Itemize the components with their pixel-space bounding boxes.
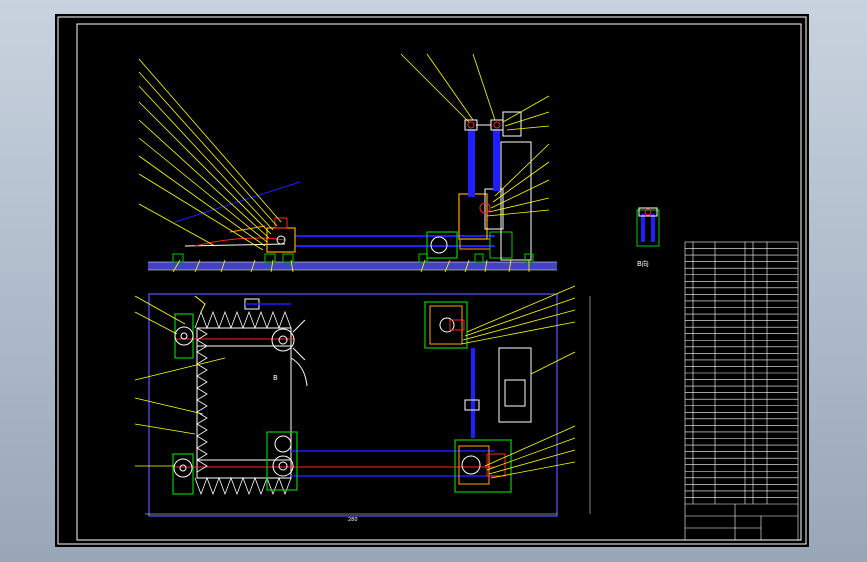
motor-body: [498, 347, 532, 423]
column-left: [468, 129, 475, 197]
column-right: [493, 129, 500, 191]
drive-unit-top: [424, 301, 468, 349]
dimension-label: 280: [348, 517, 358, 523]
section-label: B: [273, 374, 278, 382]
detail-view-b: B向: [636, 207, 660, 268]
cad-viewport[interactable]: B向 280 B: [55, 14, 809, 547]
base-rail: [148, 262, 557, 270]
cutter-teeth-bottom: [194, 476, 292, 496]
front-view: [138, 53, 557, 273]
plan-base: [148, 293, 558, 517]
sprocket-top-right: [271, 319, 306, 361]
view-b-label: B向: [637, 259, 649, 268]
title-block: [684, 241, 799, 541]
cutter-teeth-top: [194, 310, 292, 330]
sprocket-bottom-left: [172, 453, 194, 495]
sprocket-top-left: [174, 313, 194, 359]
motor-left: [266, 227, 296, 253]
mechanical-drawing: B向 280 B: [57, 16, 807, 545]
cutter-teeth-side: [196, 327, 208, 473]
inner-frame: [76, 23, 802, 541]
title-rows: [685, 248, 798, 498]
plan-view: 280 B: [134, 285, 591, 523]
sprocket-bottom-right: [266, 431, 298, 491]
